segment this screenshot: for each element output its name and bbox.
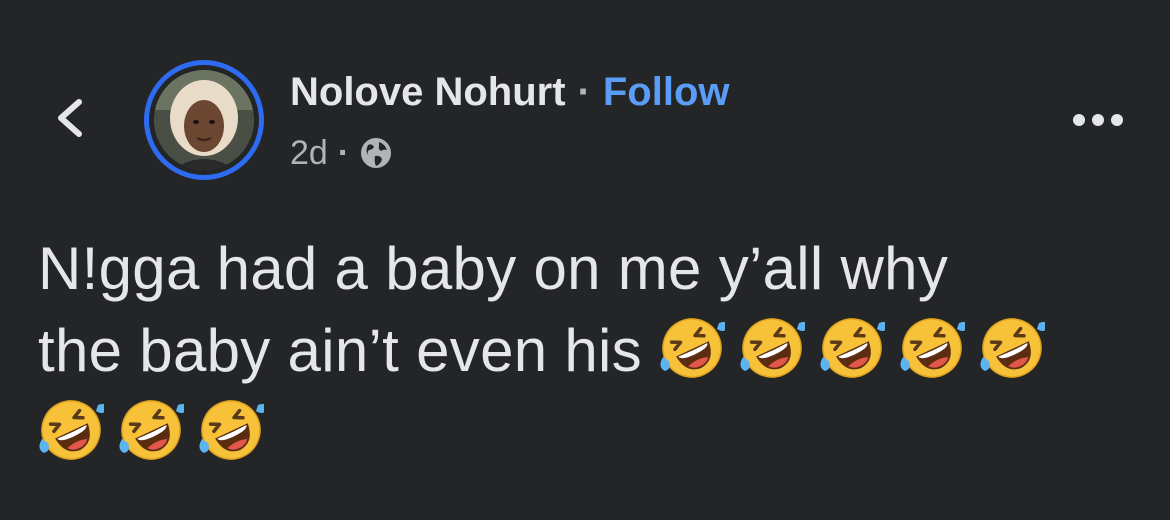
more-options-button[interactable]	[1068, 100, 1128, 140]
post-text-line-3	[38, 392, 1138, 474]
rofl-emoji-icon	[198, 397, 264, 463]
post-meta: 2d ·	[290, 132, 393, 174]
rofl-emoji-icon	[38, 397, 104, 463]
post-body: N!gga had a baby on me y’all why the bab…	[38, 228, 1138, 474]
post-timestamp[interactable]: 2d	[290, 134, 328, 173]
back-button[interactable]	[44, 92, 96, 144]
rofl-emoji-icon	[979, 315, 1045, 381]
post-text-line-2-words: the baby ain’t even his	[38, 317, 642, 384]
rofl-emoji-icon	[899, 315, 965, 381]
avatar-photo	[154, 70, 254, 170]
rofl-emoji-icon	[659, 315, 725, 381]
follow-button[interactable]: Follow	[603, 66, 730, 118]
more-horizontal-icon	[1073, 114, 1123, 126]
rofl-emoji-icon	[819, 315, 885, 381]
emoji-row	[659, 317, 1059, 384]
rofl-emoji-icon	[118, 397, 184, 463]
post-text-line-2: the baby ain’t even his	[38, 310, 1138, 392]
chevron-left-icon	[58, 99, 82, 137]
avatar	[154, 70, 254, 170]
author-avatar[interactable]	[144, 60, 264, 180]
globe-icon	[361, 138, 392, 168]
rofl-emoji-icon	[739, 315, 805, 381]
post-text-line-1: N!gga had a baby on me y’all why	[38, 235, 949, 302]
author-name[interactable]: Nolove Nohurt	[290, 66, 566, 118]
meta-separator: ·	[337, 133, 350, 172]
post-header: Nolove Nohurt · Follow	[290, 66, 730, 118]
header-separator: ·	[577, 70, 591, 114]
post-page: Nolove Nohurt · Follow 2d · N!gga had a …	[0, 0, 1170, 520]
